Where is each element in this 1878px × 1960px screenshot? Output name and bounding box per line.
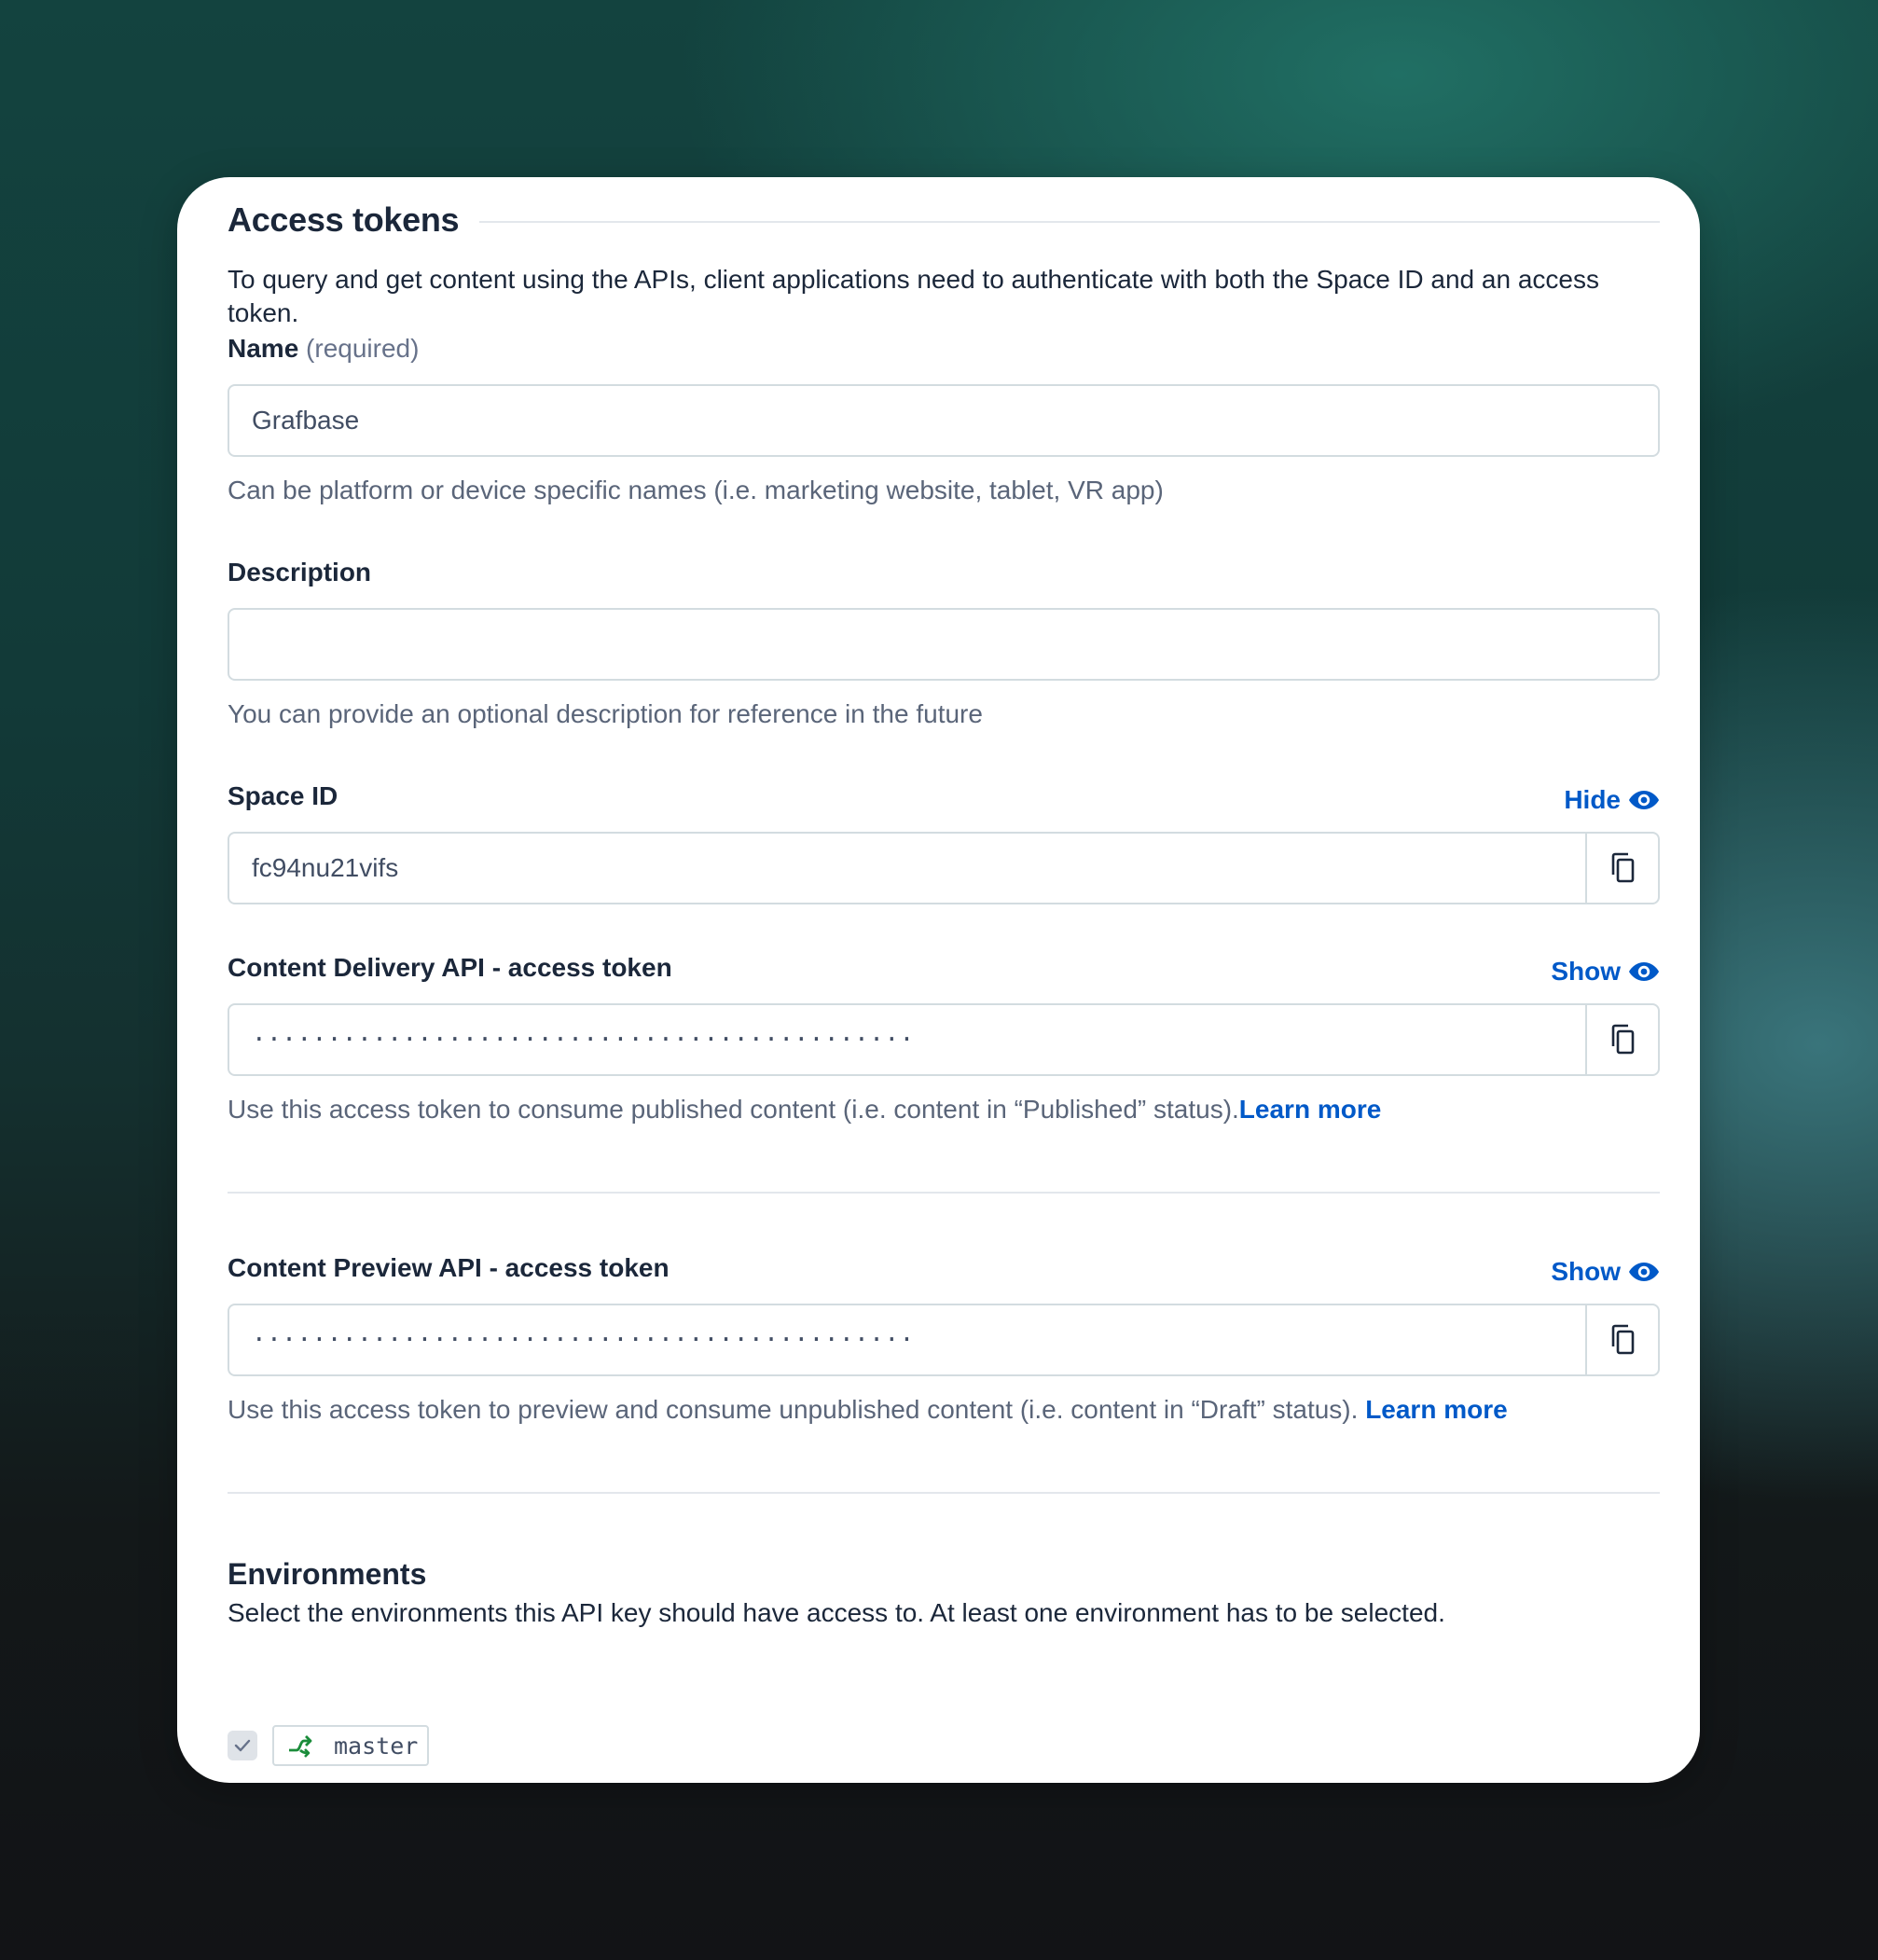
- branch-icon: [289, 1735, 312, 1758]
- environment-name: master: [334, 1732, 419, 1760]
- environments-description: Select the environments this API key sho…: [228, 1598, 1445, 1627]
- header-divider: [479, 221, 1660, 223]
- section-header: Access tokens: [228, 194, 1660, 246]
- preview-token-copy-button[interactable]: [1585, 1305, 1658, 1374]
- description-label: Description: [228, 558, 372, 587]
- name-label-text: Name: [228, 334, 299, 363]
- eye-icon: [1629, 1263, 1659, 1281]
- delivery-token-masked: ········································…: [252, 1026, 915, 1054]
- section-divider: [228, 1492, 1660, 1494]
- delivery-toggle-label: Show: [1551, 957, 1621, 986]
- space-id-copy-button[interactable]: [1585, 834, 1658, 903]
- preview-token-label: Content Preview API - access token: [228, 1253, 670, 1282]
- environment-option-master: master: [228, 1725, 430, 1766]
- space-id-hide-toggle[interactable]: Hide: [1564, 785, 1660, 815]
- eye-icon: [1629, 962, 1659, 981]
- description-help-text: You can provide an optional description …: [228, 699, 983, 728]
- name-label: Name (required): [228, 334, 419, 364]
- preview-token-value[interactable]: ········································…: [229, 1305, 1585, 1374]
- description-input[interactable]: [228, 608, 1660, 681]
- copy-icon: [1611, 852, 1635, 883]
- checkmark-icon: [234, 1739, 251, 1752]
- space-id-field: fc94nu21vifs: [228, 832, 1660, 904]
- section-title: Access tokens: [228, 200, 460, 239]
- delivery-learn-more-link[interactable]: Learn more: [1239, 1095, 1382, 1124]
- section-divider: [228, 1192, 1660, 1194]
- delivery-token-help-text: Use this access token to consume publish…: [228, 1095, 1239, 1124]
- delivery-token-value[interactable]: ········································…: [229, 1005, 1585, 1074]
- name-input[interactable]: Grafbase: [228, 384, 1660, 457]
- access-tokens-card: Access tokens To query and get content u…: [177, 177, 1700, 1783]
- preview-token-show-toggle[interactable]: Show: [1551, 1257, 1660, 1287]
- space-id-label: Space ID: [228, 781, 338, 810]
- preview-token-field: ········································…: [228, 1304, 1660, 1376]
- environment-checkbox[interactable]: [228, 1731, 257, 1760]
- delivery-token-field: ········································…: [228, 1003, 1660, 1076]
- preview-token-masked: ········································…: [252, 1326, 915, 1354]
- name-input-value: Grafbase: [252, 406, 360, 435]
- delivery-token-label: Content Delivery API - access token: [228, 953, 672, 982]
- preview-token-help-text: Use this access token to preview and con…: [228, 1395, 1366, 1424]
- space-id-value[interactable]: fc94nu21vifs: [229, 834, 1585, 903]
- preview-token-help: Use this access token to preview and con…: [228, 1395, 1508, 1425]
- name-help-text: Can be platform or device specific names…: [228, 476, 1164, 504]
- section-intro: To query and get content using the APIs,…: [228, 265, 1599, 327]
- space-id-toggle-label: Hide: [1564, 785, 1621, 814]
- copy-icon: [1611, 1024, 1635, 1055]
- required-hint: (required): [306, 334, 420, 363]
- delivery-token-help: Use this access token to consume publish…: [228, 1095, 1381, 1125]
- preview-toggle-label: Show: [1551, 1257, 1621, 1286]
- preview-learn-more-link[interactable]: Learn more: [1365, 1395, 1508, 1424]
- environment-pill: master: [272, 1725, 430, 1766]
- delivery-token-copy-button[interactable]: [1585, 1005, 1658, 1074]
- environments-title: Environments: [228, 1557, 427, 1591]
- delivery-token-show-toggle[interactable]: Show: [1551, 957, 1660, 987]
- eye-icon: [1629, 791, 1659, 809]
- copy-icon: [1611, 1324, 1635, 1355]
